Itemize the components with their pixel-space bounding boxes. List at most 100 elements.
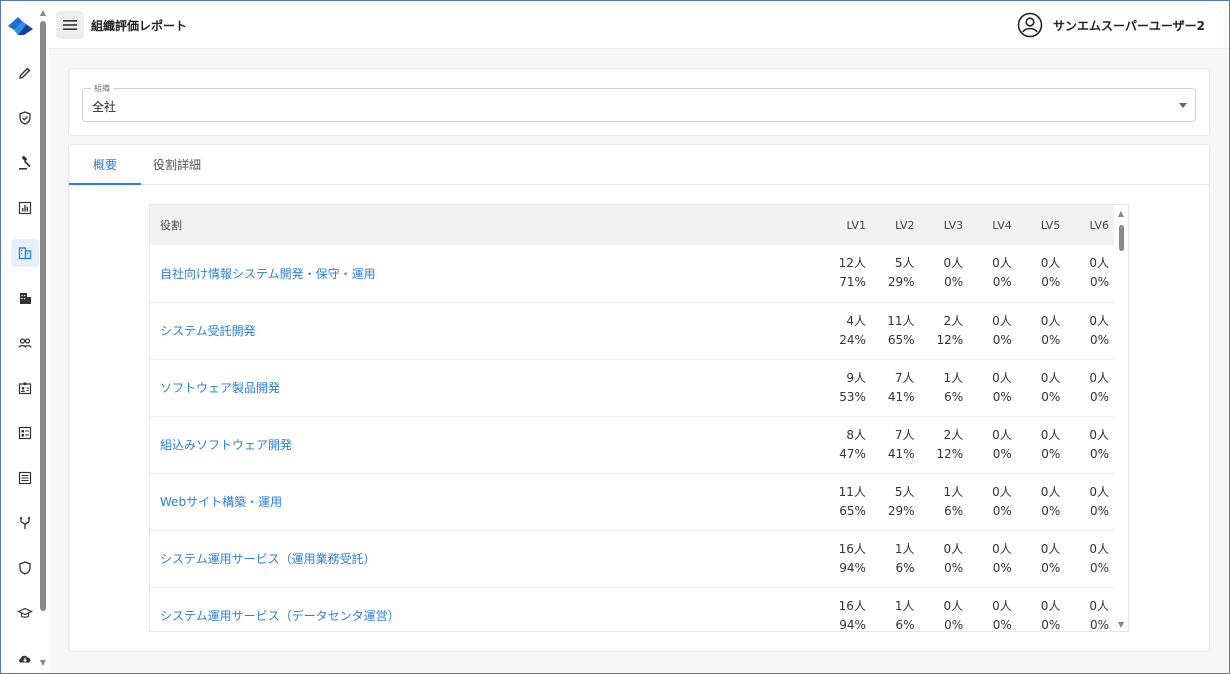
level-percent: 47%: [839, 446, 866, 461]
table-scrollbar-track[interactable]: ▲ ▼: [1114, 205, 1128, 631]
table-row: システム運用サービス（運用業務受託） 16人 94% 1人 6% 0人 0% 0人 0% 0人 0%…: [150, 530, 1115, 587]
column-header-lv3: LV3: [943, 218, 964, 232]
role-link[interactable]: Webサイト構築・運用: [150, 473, 823, 530]
level-cell-lv5: 0人 0%: [1018, 416, 1067, 473]
level-percent: 0%: [1041, 446, 1061, 461]
table-scrollbar-thumb[interactable]: [1119, 225, 1124, 251]
level-count: 11人: [838, 484, 866, 499]
level-count: 0人: [992, 370, 1012, 385]
user-menu[interactable]: サンエムスーパーユーザー2: [1017, 11, 1205, 39]
org-select-label: 組織: [91, 83, 113, 94]
nav-pencil[interactable]: [11, 59, 39, 87]
level-percent: 0%: [992, 617, 1012, 632]
level-percent: 6%: [895, 560, 915, 575]
nav-id-card[interactable]: [11, 374, 39, 402]
level-cell-lv6: 0人 0%: [1066, 587, 1115, 632]
level-percent: 0%: [1041, 275, 1061, 290]
role-link[interactable]: システム運用サービス（データセンタ運営）: [150, 587, 823, 631]
level-cell-lv4: 0人 0%: [969, 359, 1018, 416]
table-row: システム運用サービス（データセンタ運営） 16人 94% 1人 6% 0人 0% 0人 0% 0人…: [150, 587, 1115, 632]
role-link[interactable]: ソフトウェア製品開発: [150, 359, 823, 416]
role-link[interactable]: システム運用サービス（運用業務受託）: [150, 530, 823, 587]
level-count: 0人: [992, 256, 1012, 271]
level-percent: 65%: [887, 332, 915, 347]
table-row: ソフトウェア製品開発 9人 53% 7人 41% 1人 6% 0人 0% 0人 0% 0人 0%: [150, 359, 1115, 416]
nav-shield-check[interactable]: [11, 104, 39, 132]
level-percent: 0%: [1041, 389, 1061, 404]
level-count: 9人: [846, 370, 866, 385]
level-count: 11人: [887, 313, 915, 328]
nav-buildings[interactable]: [11, 284, 39, 312]
level-cell-lv5: 0人 0%: [1018, 587, 1067, 632]
level-cell-lv2: 5人 29%: [872, 245, 921, 302]
level-count: 0人: [1089, 598, 1109, 613]
level-count: 0人: [992, 541, 1012, 556]
level-count: 0人: [1040, 313, 1061, 328]
nav-gavel[interactable]: [11, 149, 39, 177]
sidebar-scroll-down[interactable]: ▼: [39, 659, 47, 667]
level-count: 0人: [992, 313, 1012, 328]
level-cell-lv3: 0人 0%: [921, 530, 970, 587]
level-count: 8人: [846, 427, 866, 442]
role-link[interactable]: 自社向け情報システム開発・保守・運用: [150, 245, 823, 302]
level-percent: 0%: [1089, 617, 1109, 632]
table-scroll-up[interactable]: ▲: [1117, 209, 1125, 218]
level-count: 2人: [943, 313, 964, 328]
level-cell-lv3: 0人 0%: [921, 245, 970, 302]
level-count: 16人: [838, 541, 866, 556]
level-cell-lv1: 12人 71%: [823, 245, 872, 302]
level-count: 0人: [1089, 484, 1109, 499]
level-count: 1人: [943, 484, 964, 499]
level-table-container: 役割 LV1 LV2 LV3 LV4 LV5 LV6 自社向け情報システム開発・…: [149, 204, 1129, 632]
nav-graduation[interactable]: [11, 599, 39, 627]
graduation-cap-icon: [17, 607, 33, 618]
level-percent: 53%: [839, 389, 866, 404]
nav-bar-chart[interactable]: [11, 194, 39, 222]
role-link[interactable]: 組込みソフトウェア開発: [150, 416, 823, 473]
level-count: 7人: [894, 370, 915, 385]
level-percent: 0%: [992, 503, 1012, 518]
level-percent: 0%: [1089, 332, 1109, 347]
level-count: 0人: [992, 598, 1012, 613]
level-count: 7人: [894, 427, 915, 442]
level-cell-lv1: 16人 94%: [823, 587, 872, 632]
fork-icon: [19, 516, 31, 529]
nav-people[interactable]: [11, 329, 39, 357]
nav-building-report[interactable]: [11, 239, 39, 267]
table-scroll-down[interactable]: ▼: [1117, 620, 1125, 629]
nav-fork[interactable]: [11, 509, 39, 537]
level-count: 12人: [838, 256, 866, 271]
level-percent: 0%: [992, 446, 1012, 461]
level-percent: 29%: [887, 275, 915, 290]
org-filter-card: 組織 全社: [68, 68, 1210, 136]
nav-checklist[interactable]: [11, 464, 39, 492]
tab-overview[interactable]: 概要: [69, 145, 141, 185]
level-percent: 29%: [887, 503, 915, 518]
level-cell-lv6: 0人 0%: [1066, 530, 1115, 587]
nav-cloud-download[interactable]: [11, 644, 39, 672]
sidebar-scrollbar[interactable]: [40, 21, 46, 611]
level-count: 0人: [992, 484, 1012, 499]
level-count: 4人: [846, 313, 866, 328]
menu-button[interactable]: [56, 11, 84, 39]
level-cell-lv3: 1人 6%: [921, 359, 970, 416]
level-percent: 41%: [887, 389, 915, 404]
level-cell-lv4: 0人 0%: [969, 302, 1018, 359]
nav-shield[interactable]: [11, 554, 39, 582]
nav-list-card[interactable]: [11, 419, 39, 447]
level-percent: 0%: [1041, 617, 1061, 632]
level-cell-lv4: 0人 0%: [969, 473, 1018, 530]
app-logo[interactable]: [6, 15, 36, 37]
buildings-icon: [20, 293, 31, 304]
level-count: 0人: [1040, 256, 1061, 271]
role-link[interactable]: システム受託開発: [150, 302, 823, 359]
level-cell-lv2: 1人 6%: [872, 587, 921, 632]
column-header-lv5: LV5: [1040, 218, 1061, 232]
tab-role-details[interactable]: 役割詳細: [143, 145, 211, 185]
org-select[interactable]: 組織 全社: [82, 83, 1196, 122]
sidebar-scroll-up[interactable]: ▲: [39, 9, 47, 17]
report-card: 概要 役割詳細 役割 LV1 LV2 LV3 LV4 LV5 LV6 自社向け情…: [68, 144, 1210, 652]
level-cell-lv5: 0人 0%: [1018, 473, 1067, 530]
level-cell-lv4: 0人 0%: [969, 416, 1018, 473]
table-header-row: 役割 LV1 LV2 LV3 LV4 LV5 LV6: [150, 205, 1115, 245]
